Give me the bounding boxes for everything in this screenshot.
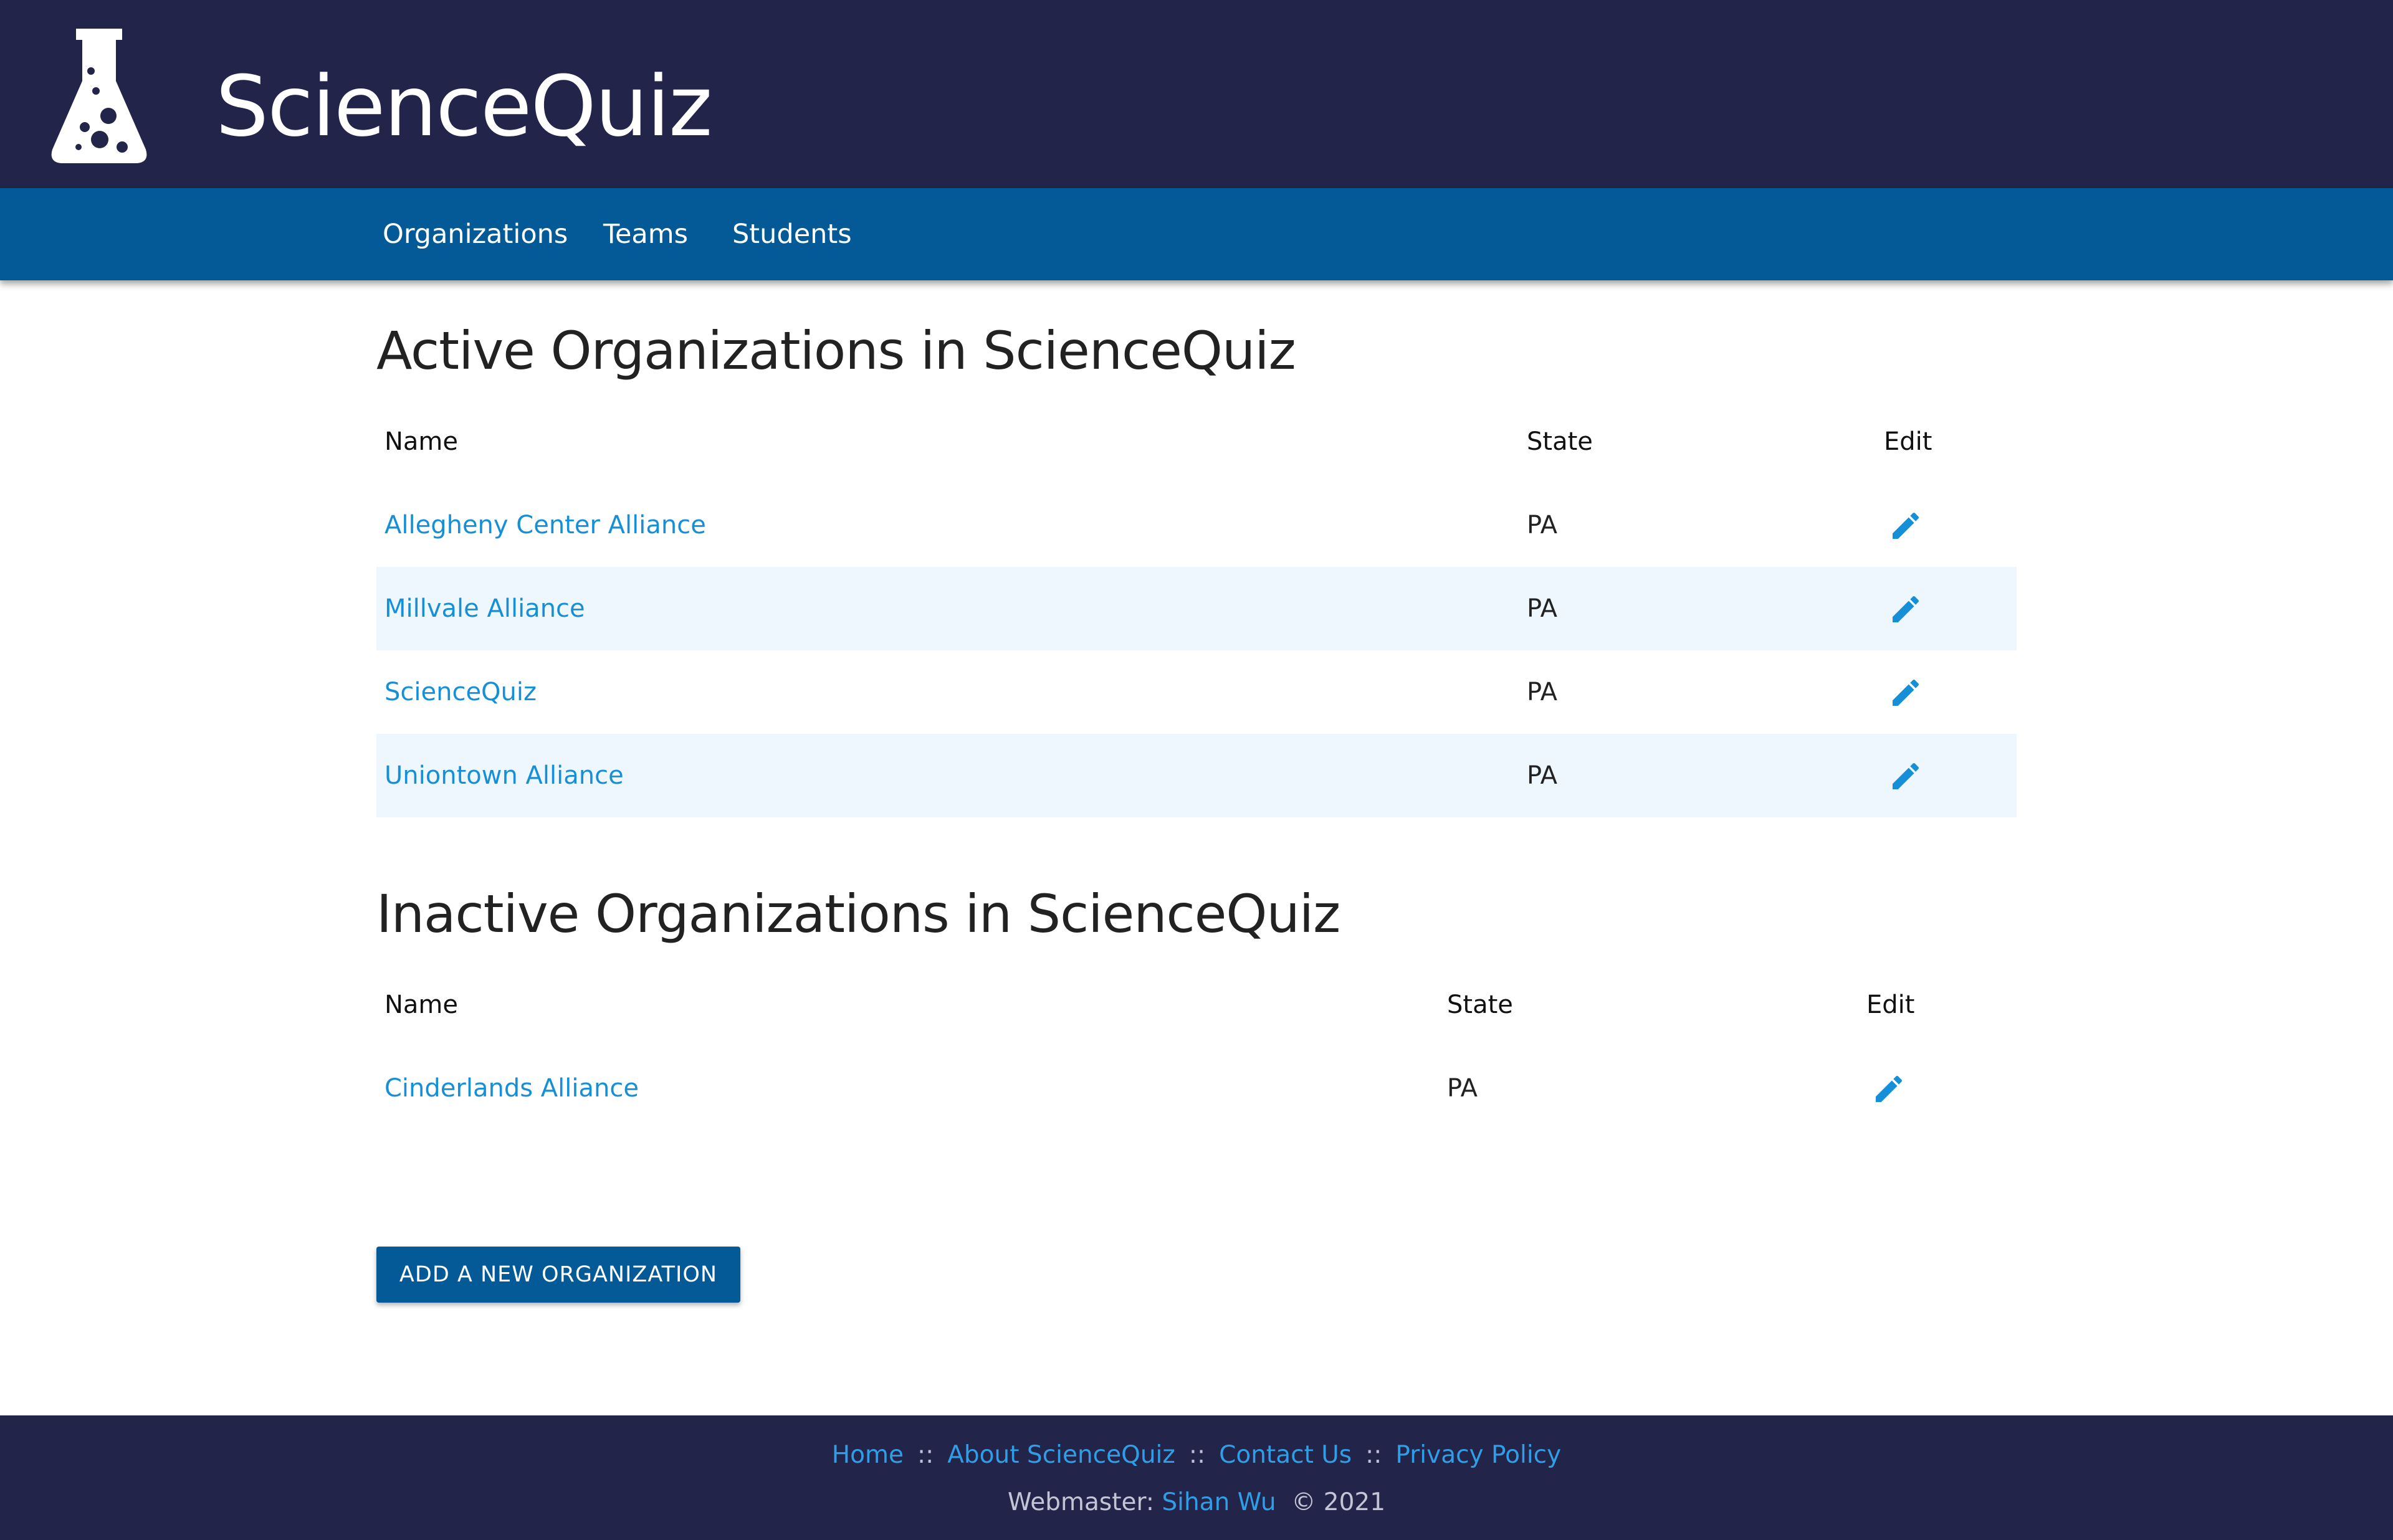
footer-link-privacy[interactable]: Privacy Policy (1395, 1441, 1561, 1469)
column-header-edit: Edit (1866, 991, 1915, 1019)
webmaster-label: Webmaster: (1007, 1488, 1154, 1516)
table-row: Cinderlands Alliance PA (376, 1047, 2017, 1130)
main-nav: Organizations Teams Students (0, 188, 2393, 280)
inactive-organizations-title: Inactive Organizations in ScienceQuiz (376, 883, 1340, 944)
organization-name-link[interactable]: Uniontown Alliance (385, 734, 624, 817)
table-header: Name State Edit (376, 400, 2017, 483)
organization-name-link[interactable]: ScienceQuiz (385, 650, 537, 734)
organization-name-link[interactable]: Cinderlands Alliance (385, 1047, 639, 1130)
footer-separator: :: (1188, 1441, 1206, 1469)
organization-state: PA (1447, 1074, 1478, 1103)
column-header-name: Name (385, 427, 459, 456)
organization-state: PA (1527, 678, 1557, 706)
site-footer: Home:: About ScienceQuiz:: Contact Us:: Pri… (0, 1415, 2393, 1540)
organization-state: PA (1527, 511, 1557, 539)
footer-separator: :: (1365, 1441, 1382, 1469)
footer-link-home[interactable]: Home (832, 1441, 904, 1469)
table-row: ScienceQuiz PA (376, 650, 2017, 734)
pencil-icon[interactable] (1888, 592, 1923, 627)
column-header-name: Name (385, 991, 459, 1019)
footer-link-contact[interactable]: Contact Us (1219, 1441, 1352, 1469)
webmaster-link[interactable]: Sihan Wu (1162, 1488, 1276, 1516)
column-header-state: State (1447, 991, 1513, 1019)
organization-state: PA (1527, 594, 1557, 623)
footer-credit: Webmaster: Sihan Wu © 2021 (0, 1484, 2393, 1521)
organization-state: PA (1527, 761, 1557, 790)
pencil-icon[interactable] (1871, 1072, 1906, 1106)
table-row: Allegheny Center Alliance PA (376, 483, 2017, 567)
flask-icon[interactable] (46, 25, 152, 168)
active-organizations-table: Name State Edit Allegheny Center Allianc… (376, 400, 2017, 817)
inactive-organizations-table: Name State Edit Cinderlands Alliance PA (376, 963, 2017, 1130)
organization-name-link[interactable]: Millvale Alliance (385, 567, 585, 650)
brand-title[interactable]: ScienceQuiz (216, 54, 712, 159)
pencil-icon[interactable] (1888, 675, 1923, 710)
copyright: © 2021 (1291, 1488, 1386, 1516)
nav-item-students[interactable]: Students (732, 216, 852, 253)
table-row: Uniontown Alliance PA (376, 734, 2017, 817)
footer-links: Home:: About ScienceQuiz:: Contact Us:: Pri… (0, 1437, 2393, 1474)
nav-item-teams[interactable]: Teams (603, 216, 688, 253)
footer-separator: :: (917, 1441, 934, 1469)
nav-item-organizations[interactable]: Organizations (383, 216, 568, 253)
table-header: Name State Edit (376, 963, 2017, 1047)
add-organization-button[interactable]: ADD A NEW ORGANIZATION (376, 1247, 740, 1303)
footer-link-about[interactable]: About ScienceQuiz (947, 1441, 1175, 1469)
organization-name-link[interactable]: Allegheny Center Alliance (385, 483, 706, 567)
site-header: ScienceQuiz (0, 0, 2393, 188)
pencil-icon[interactable] (1888, 508, 1923, 543)
active-organizations-title: Active Organizations in ScienceQuiz (376, 320, 1296, 381)
pencil-icon[interactable] (1888, 759, 1923, 794)
column-header-state: State (1527, 427, 1593, 456)
column-header-edit: Edit (1884, 427, 1932, 456)
table-row: Millvale Alliance PA (376, 567, 2017, 650)
